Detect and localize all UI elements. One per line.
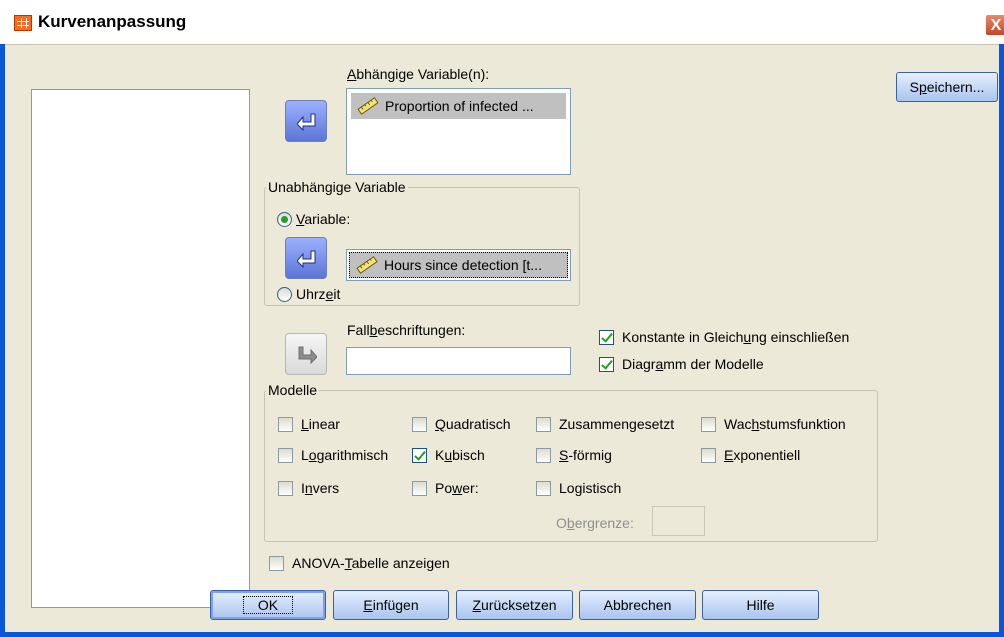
s-shaped-checkbox[interactable] [536,448,551,463]
compound-label: Zusammengesetzt [559,416,675,432]
scale-ruler-icon [356,256,378,274]
case-labels-label: Fallbeschriftungen: [347,322,466,338]
exponential-checkbox[interactable] [701,448,716,463]
dependent-variable-item[interactable]: Proportion of infected ... [351,93,566,119]
logarithmic-label: Logarithmisch [301,447,389,463]
independent-variable-group-title: Unabhängige Variable [266,179,408,195]
window-frame-right [999,44,1004,637]
inverse-checkbox[interactable] [278,481,293,496]
power-checkbox[interactable] [412,481,427,496]
growth-checkbox[interactable] [701,417,716,432]
logistic-label: Logistisch [559,480,622,496]
save-button[interactable]: Speichern... [896,72,998,102]
time-radio-label: Uhrzeit [296,286,341,302]
cancel-button[interactable]: Abbrechen [579,590,696,620]
upper-bound-label: Obergrenze: [556,515,634,531]
variable-radio-label: Variable: [296,211,351,227]
source-variable-list[interactable] [31,89,250,608]
close-button[interactable]: X [985,14,1004,36]
ok-button[interactable]: OK [210,590,326,620]
plot-models-label: Diagramm der Modelle [622,356,764,372]
logistic-checkbox[interactable] [536,481,551,496]
case-labels-field[interactable] [346,347,571,375]
move-to-independent-button[interactable] [285,237,327,279]
inverse-label: Invers [301,480,340,496]
scale-ruler-icon [357,97,379,115]
include-constant-label: Konstante in Gleichung einschließen [622,329,850,345]
quadratic-label: Quadratisch [435,416,511,432]
window-frame-left [0,44,5,637]
plot-models-checkbox[interactable] [599,357,614,372]
paste-button[interactable]: Einfügen [333,590,449,620]
anova-table-checkbox[interactable] [269,556,284,571]
compound-checkbox[interactable] [536,417,551,432]
move-to-dependent-button[interactable] [285,100,327,142]
time-radio[interactable] [277,287,292,302]
power-label: Power: [435,480,479,496]
cubic-checkbox[interactable] [412,448,427,463]
anova-table-label: ANOVA-Tabelle anzeigen [292,555,450,571]
s-shaped-label: S-förmig [559,447,612,463]
arrow-left-icon [297,250,316,268]
independent-variable-item[interactable]: Hours since detection [t... [349,252,568,278]
window-frame-bottom [0,632,1004,637]
move-to-case-labels-button[interactable] [285,333,327,375]
exponential-label: Exponentiell [724,447,801,463]
models-group-title: Modelle [266,382,320,398]
independent-variable-field[interactable]: Hours since detection [t... [346,249,571,281]
dependent-variables-label: Abhängige Variable(n): [347,66,490,82]
include-constant-checkbox[interactable] [599,330,614,345]
arrow-right-icon [298,346,317,364]
linear-checkbox[interactable] [278,417,293,432]
quadratic-checkbox[interactable] [412,417,427,432]
window-title: Kurvenanpassung [38,12,187,31]
linear-label: Linear [301,416,340,432]
help-button[interactable]: Hilfe [702,590,819,620]
growth-label: Wachstumsfunktion [724,416,846,432]
arrow-left-icon [297,113,316,131]
cubic-label: Kubisch [435,447,485,463]
reset-button[interactable]: Zurücksetzen [456,590,573,620]
logarithmic-checkbox[interactable] [278,448,293,463]
app-grid-icon [14,15,32,31]
dependent-variables-list[interactable]: Proportion of infected ... [346,88,571,175]
upper-bound-field[interactable] [652,506,705,536]
variable-radio[interactable] [277,212,292,227]
